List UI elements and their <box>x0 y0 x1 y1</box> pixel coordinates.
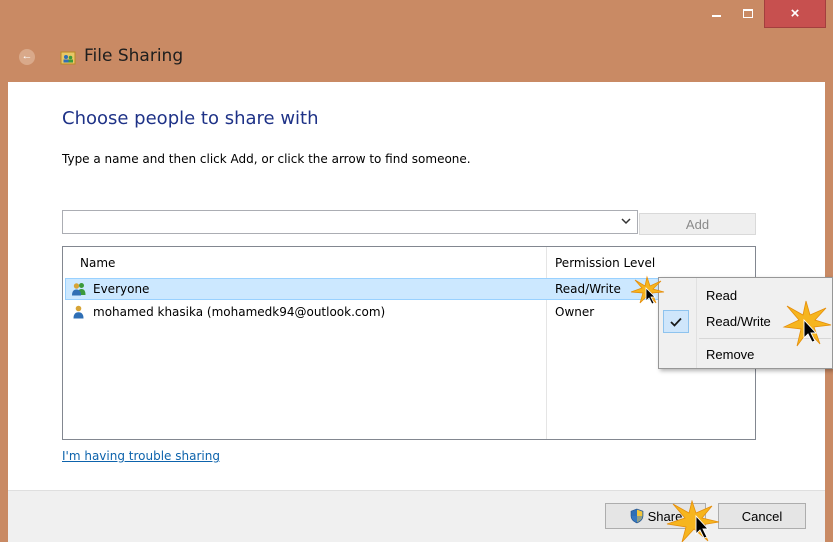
back-button[interactable]: ← <box>19 49 35 65</box>
maximize-button[interactable] <box>732 0 764 26</box>
title-bar[interactable]: × <box>0 0 833 34</box>
list-header: Name Permission Level <box>63 247 755 277</box>
instruction-text: Type a name and then click Add, or click… <box>62 152 471 166</box>
column-header-name[interactable]: Name <box>80 256 115 270</box>
close-button[interactable]: × <box>764 0 826 28</box>
user-icon <box>73 305 84 319</box>
navigation-bar: ← File Sharing <box>0 34 833 82</box>
menu-item-label: Remove <box>706 347 755 362</box>
close-icon: × <box>790 5 800 22</box>
footer-bar: Share Cancel <box>8 490 825 542</box>
minimize-button[interactable] <box>700 0 732 26</box>
menu-item-label: Read/Write <box>706 314 771 329</box>
chevron-down-icon[interactable] <box>621 216 631 226</box>
cancel-button[interactable]: Cancel <box>718 503 806 529</box>
window-title: File Sharing <box>84 46 184 66</box>
maximize-icon <box>743 8 753 18</box>
list-row-owner[interactable]: mohamed khasika (mohamedk94@outlook.com)… <box>63 301 755 323</box>
row-name: mohamed khasika (mohamedk94@outlook.com) <box>93 305 386 319</box>
menu-item-read[interactable]: Read <box>659 282 832 308</box>
menu-item-read-write[interactable]: Read/Write <box>659 308 832 334</box>
share-label: Share <box>647 508 683 524</box>
back-arrow-icon: ← <box>21 50 33 62</box>
trouble-sharing-link[interactable]: I'm having trouble sharing <box>62 449 220 463</box>
file-sharing-window: × ← File Sharing Choose people to share … <box>0 0 833 542</box>
menu-separator <box>699 338 831 339</box>
row-permission[interactable]: Read/Write <box>555 282 621 296</box>
name-combobox[interactable] <box>62 210 638 234</box>
minimize-icon <box>711 15 721 17</box>
file-sharing-icon <box>60 51 76 65</box>
checkmark-icon <box>663 310 689 333</box>
menu-item-remove[interactable]: Remove <box>659 341 832 367</box>
permission-context-menu: Read Read/Write Remove <box>658 277 833 369</box>
page-heading: Choose people to share with <box>62 108 319 129</box>
row-name: Everyone <box>93 282 150 296</box>
row-permission: Owner <box>555 305 595 319</box>
menu-item-label: Read <box>706 288 738 303</box>
group-icon <box>72 283 86 296</box>
list-row-everyone[interactable]: Everyone Read/Write <box>63 278 755 300</box>
people-list[interactable]: Name Permission Level Everyone Read/Writ… <box>62 246 756 440</box>
share-button[interactable]: Share <box>605 503 706 529</box>
add-button[interactable]: Add <box>639 213 756 235</box>
column-header-permission[interactable]: Permission Level <box>555 256 655 270</box>
shield-icon <box>630 508 643 524</box>
